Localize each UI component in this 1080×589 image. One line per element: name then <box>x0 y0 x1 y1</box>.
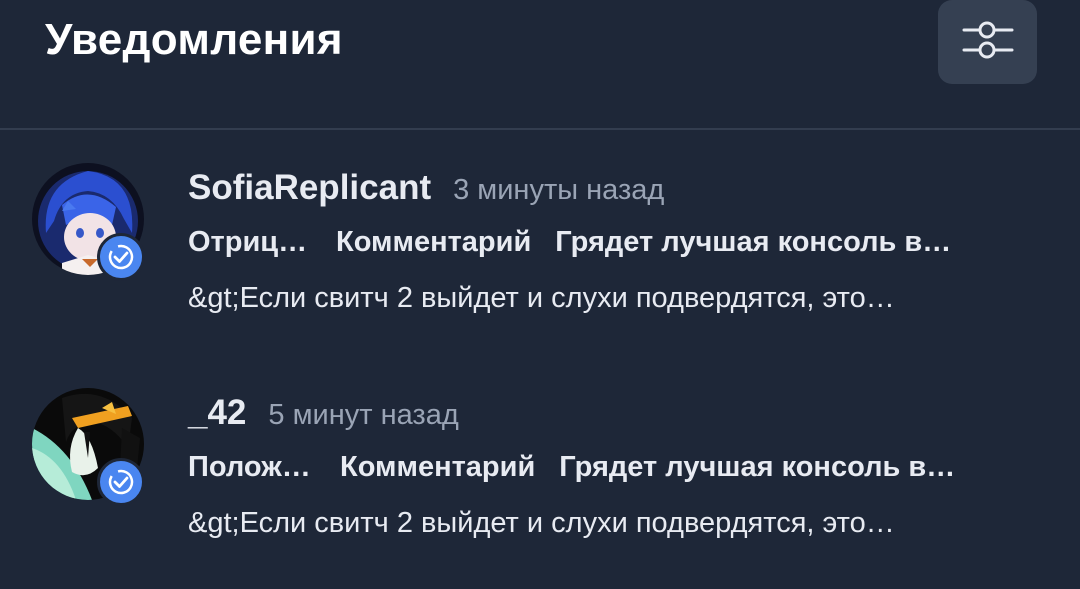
notification-summary: Отриц… Комментарий Грядет лучшая консоль… <box>188 226 975 266</box>
username-link[interactable]: _42 <box>188 393 246 433</box>
post-title-link[interactable]: Грядет лучшая консоль в… <box>559 451 979 484</box>
notification-item[interactable]: _42 5 минут назад Полож… Комментарий Гря… <box>0 385 1080 585</box>
page-title: Уведомления <box>45 15 343 64</box>
notification-item[interactable]: SofiaReplicant 3 минуты назад Отриц… Ком… <box>0 160 1080 360</box>
reaction-label: Полож… <box>188 451 311 483</box>
filter-button[interactable] <box>938 0 1037 84</box>
timestamp: 3 минуты назад <box>453 174 665 206</box>
username-link[interactable]: SofiaReplicant <box>188 168 431 208</box>
sliders-icon <box>962 18 1014 67</box>
comment-excerpt[interactable]: &gt;Если свитч 2 выйдет и слухи подвердя… <box>188 507 988 540</box>
notification-meta: SofiaReplicant 3 минуты назад <box>188 168 664 212</box>
notification-summary: Полож… Комментарий Грядет лучшая консоль… <box>188 451 979 491</box>
notification-type: Комментарий <box>336 226 532 258</box>
timestamp: 5 минут назад <box>268 399 459 431</box>
verified-badge-icon <box>97 458 145 506</box>
notification-meta: _42 5 минут назад <box>188 393 459 437</box>
comment-excerpt[interactable]: &gt;Если свитч 2 выйдет и слухи подвердя… <box>188 282 988 315</box>
page-header: Уведомления <box>0 0 1080 130</box>
notification-type: Комментарий <box>340 451 536 483</box>
reaction-label: Отриц… <box>188 226 308 258</box>
verified-badge-icon <box>97 233 145 281</box>
post-title-link[interactable]: Грядет лучшая консоль в… <box>555 226 975 259</box>
